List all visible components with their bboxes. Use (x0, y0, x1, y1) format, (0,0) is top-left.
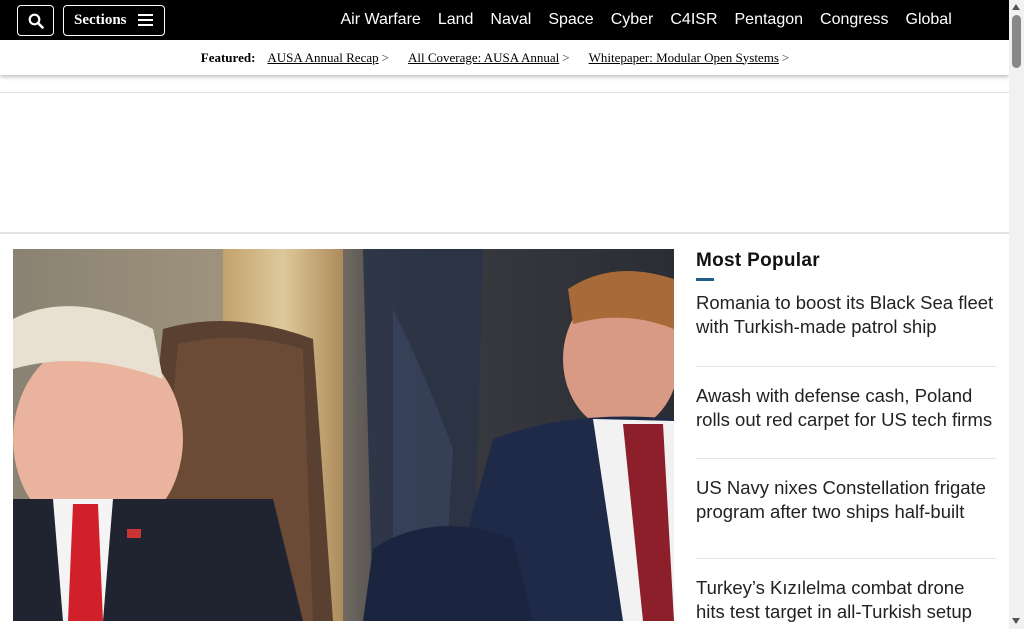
scroll-down-icon[interactable] (1012, 618, 1020, 624)
nav-link-air-warfare[interactable]: Air Warfare (341, 11, 421, 29)
featured-bar: Featured: AUSA Annual Recap > All Coverag… (0, 40, 1009, 75)
most-popular-list: Romania to boost its Black Sea fleet wit… (696, 281, 996, 624)
popular-article-link[interactable]: Turkey’s Kızılelma combat drone hits tes… (696, 576, 996, 624)
nav-link-c4isr[interactable]: C4ISR (670, 11, 717, 29)
sections-menu-button[interactable]: Sections (63, 5, 165, 36)
chevron-right-icon: > (562, 49, 570, 65)
list-item: Awash with defense cash, Poland rolls ou… (696, 367, 996, 459)
list-item: Turkey’s Kızılelma combat drone hits tes… (696, 559, 996, 624)
scroll-up-icon[interactable] (1012, 4, 1020, 10)
popular-article-link[interactable]: Awash with defense cash, Poland rolls ou… (696, 384, 996, 432)
nav-link-pentagon[interactable]: Pentagon (735, 11, 804, 29)
nav-link-global[interactable]: Global (906, 11, 952, 29)
most-popular-section: Most Popular Romania to boost its Black … (696, 250, 996, 624)
featured-link-ausa-recap[interactable]: AUSA Annual Recap (267, 50, 378, 65)
featured-item: All Coverage: AUSA Annual > (408, 50, 570, 66)
top-nav-bar: Sections Air Warfare Land Naval Space Cy… (0, 0, 1009, 40)
list-item: Romania to boost its Black Sea fleet wit… (696, 281, 996, 367)
featured-item: Whitepaper: Modular Open Systems > (589, 50, 790, 66)
chevron-right-icon: > (381, 49, 389, 65)
nav-link-naval[interactable]: Naval (490, 11, 531, 29)
page-scrollbar[interactable] (1009, 0, 1024, 629)
divider (0, 232, 1009, 234)
hero-image[interactable] (13, 249, 674, 621)
search-icon (28, 13, 44, 29)
chevron-right-icon: > (781, 49, 790, 65)
primary-nav: Air Warfare Land Naval Space Cyber C4ISR… (332, 0, 960, 40)
nav-link-space[interactable]: Space (548, 11, 593, 29)
sections-label: Sections (74, 12, 127, 28)
featured-link-ausa-coverage[interactable]: All Coverage: AUSA Annual (408, 50, 559, 65)
ad-space (0, 93, 1009, 232)
hamburger-icon (138, 14, 153, 27)
popular-article-link[interactable]: Romania to boost its Black Sea fleet wit… (696, 291, 996, 339)
search-button[interactable] (17, 5, 54, 36)
featured-link-whitepaper[interactable]: Whitepaper: Modular Open Systems (589, 50, 779, 65)
scrollbar-thumb[interactable] (1012, 15, 1021, 68)
nav-link-cyber[interactable]: Cyber (611, 11, 654, 29)
most-popular-heading: Most Popular (696, 250, 820, 271)
featured-label: Featured: (200, 49, 256, 65)
popular-article-link[interactable]: US Navy nixes Constellation frigate prog… (696, 476, 996, 524)
nav-link-land[interactable]: Land (438, 11, 474, 29)
list-item: US Navy nixes Constellation frigate prog… (696, 459, 996, 559)
featured-item: AUSA Annual Recap > (267, 50, 389, 66)
nav-link-congress[interactable]: Congress (820, 11, 888, 29)
